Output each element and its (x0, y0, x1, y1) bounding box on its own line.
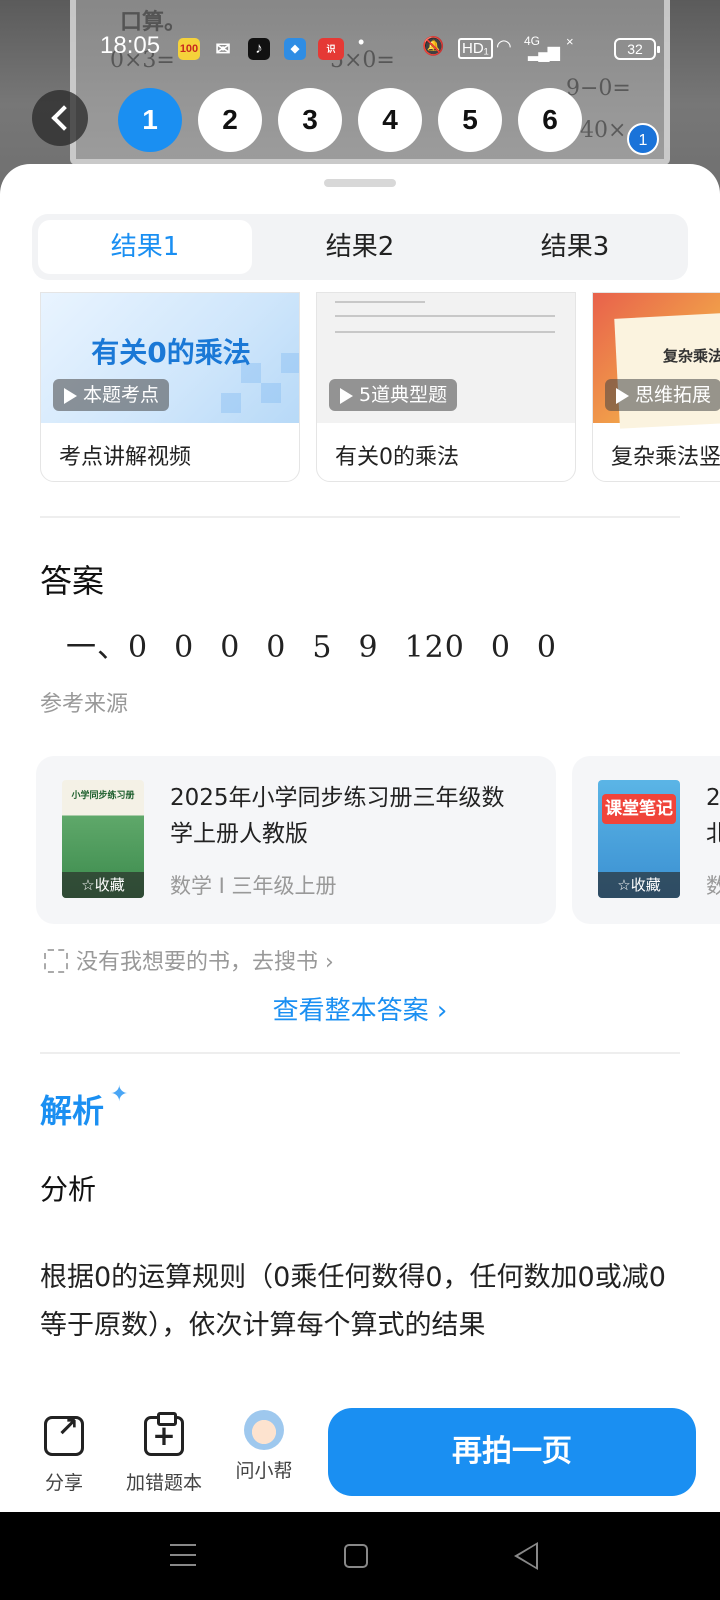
chevron-right-icon: › (318, 950, 334, 975)
status-bar: 18:05 100 ✉ ♪ ◆ 识 • 🔕 HD₁ ◠ 4G ▂▄▆ × 32 (0, 30, 720, 66)
answer-value: 0 (536, 630, 558, 665)
video-caption: 考点讲解视频 (59, 445, 192, 470)
battery-icon: 32 (614, 38, 660, 60)
page-chip[interactable]: 4 (358, 88, 422, 152)
analysis-text: 根据0的运算规则（0乘任何数得0，任何数加0或减0等于原数），依次计算每个算式的… (40, 1262, 666, 1341)
sparkle-icon: ✦ (110, 1082, 129, 1107)
tab-result-2[interactable]: 结果2 (253, 220, 467, 274)
divider (40, 516, 680, 518)
scan-icon (44, 949, 68, 973)
douyin-icon: ♪ (248, 38, 270, 60)
answer-value: 5 (312, 630, 333, 665)
favorite-button[interactable]: ☆收藏 (62, 872, 144, 898)
signal-icon: ▂▄▆ (528, 44, 560, 61)
dot-icon: • (358, 32, 365, 52)
answer-value: 0 (174, 630, 195, 665)
mute-icon: 🔕 (422, 36, 445, 56)
signal-off-icon: × (566, 34, 574, 49)
book-card[interactable]: 小学同步练习册 ☆收藏 2025年小学同步练习册三年级数学上册人教版 数学 I … (36, 756, 556, 924)
browser-icon: ◆ (284, 38, 306, 60)
favorite-button[interactable]: ☆收藏 (598, 872, 680, 898)
share-button[interactable]: 分享 (14, 1413, 114, 1495)
page-chip[interactable]: 6 (518, 88, 582, 152)
add-wrong-book-button[interactable]: 加错题本 (114, 1412, 214, 1495)
book-card[interactable]: 课堂笔记 ☆收藏 2北 数 (572, 756, 720, 924)
search-book-link[interactable]: 没有我想要的书，去搜书 › (44, 944, 334, 976)
book-meta: 数 (706, 874, 720, 898)
answer-value: 120 (404, 630, 465, 665)
recent-apps-icon[interactable] (170, 1544, 196, 1566)
answer-value: 0 (128, 630, 149, 665)
video-card[interactable]: 有关0的乘法 本题考点 考点讲解视频 (40, 292, 300, 482)
page-chip[interactable]: 5 (438, 88, 502, 152)
share-icon (44, 1413, 84, 1456)
page-chip[interactable]: 2 (198, 88, 262, 152)
ask-helper-button[interactable]: 问小帮 (214, 1410, 314, 1483)
play-icon (616, 388, 629, 404)
answer-prefix: 一、 (66, 630, 128, 665)
book-cover: 小学同步练习册 ☆收藏 (62, 780, 144, 898)
photo-text: 9−0= (566, 76, 631, 101)
answer-values: 一、0 0 0 0 5 9 120 0 0 (66, 622, 557, 666)
photo-count-badge: 1 (627, 123, 659, 155)
video-tag: 思维拓展 (605, 379, 720, 411)
thumbnail-title: 有关0的乘法 (91, 336, 251, 369)
thumbnail-title: 复杂乘法竖 (663, 347, 720, 365)
video-card[interactable]: 复杂乘法竖 思维拓展 复杂乘法竖 (592, 292, 720, 482)
app-shibie-icon: 识 (318, 38, 344, 60)
result-tabs: 结果1 结果2 结果3 (32, 214, 688, 280)
answer-value: 9 (358, 630, 379, 665)
answer-value: 0 (266, 630, 287, 665)
video-caption: 复杂乘法竖 (611, 445, 720, 470)
video-tag: 本题考点 (53, 379, 170, 411)
book-meta: 数学 I 三年级上册 (170, 874, 337, 898)
view-full-answer-link[interactable]: 查看整本答案 › (0, 990, 720, 1027)
video-cards-row: 有关0的乘法 本题考点 考点讲解视频 5道典型题 有关0的乘法 复杂乘法竖 思维… (0, 292, 720, 648)
tab-result-3[interactable]: 结果3 (468, 220, 682, 274)
video-card[interactable]: 5道典型题 有关0的乘法 (316, 292, 576, 482)
system-nav-bar (0, 1512, 720, 1600)
reference-title: 参考来源 (40, 692, 129, 717)
play-icon (64, 388, 77, 404)
play-icon (340, 388, 353, 404)
answer-value: 0 (220, 630, 241, 665)
back-button[interactable] (32, 90, 88, 146)
share-label: 分享 (44, 1472, 83, 1494)
book-title: 2北 (706, 785, 720, 847)
chevron-right-icon: › (428, 996, 448, 1026)
add-wrong-book-label: 加错题本 (125, 1472, 202, 1494)
page-chip[interactable]: 3 (278, 88, 342, 152)
hd-icon: HD₁ (458, 38, 493, 59)
divider (40, 1052, 680, 1054)
system-back-icon[interactable] (514, 1542, 538, 1570)
tab-result-1[interactable]: 结果1 (38, 220, 252, 274)
status-time: 18:05 (100, 32, 161, 59)
answer-title: 答案 (40, 562, 105, 600)
book-cover: 课堂笔记 ☆收藏 (598, 780, 680, 898)
clipboard-add-icon (144, 1412, 184, 1456)
analysis-subtitle: 分析 (40, 1173, 97, 1206)
wechat-icon: ✉ (215, 39, 231, 59)
wifi-icon: ◠ (496, 36, 512, 56)
assistant-avatar-icon (244, 1410, 284, 1450)
video-tag: 5道典型题 (329, 379, 458, 411)
app-100-icon: 100 (178, 38, 200, 60)
drag-handle[interactable] (324, 179, 396, 187)
home-icon[interactable] (344, 1544, 368, 1568)
analysis-title: 解析 (40, 1092, 105, 1130)
retake-page-button[interactable]: 再拍一页 (328, 1408, 696, 1496)
photo-text: 40× (580, 118, 627, 143)
action-bar: 分享 加错题本 问小帮 再拍一页 (0, 1392, 720, 1512)
page-chip[interactable]: 1 (118, 88, 182, 152)
result-sheet: 结果1 结果2 结果3 有关0的乘法 本题考点 考点讲解视频 5道典型题 有关0… (0, 164, 720, 1512)
answer-value: 0 (490, 630, 511, 665)
video-caption: 有关0的乘法 (335, 445, 459, 470)
book-title: 2025年小学同步练习册三年级数学上册人教版 (170, 785, 505, 847)
ask-helper-label: 问小帮 (235, 1460, 293, 1482)
